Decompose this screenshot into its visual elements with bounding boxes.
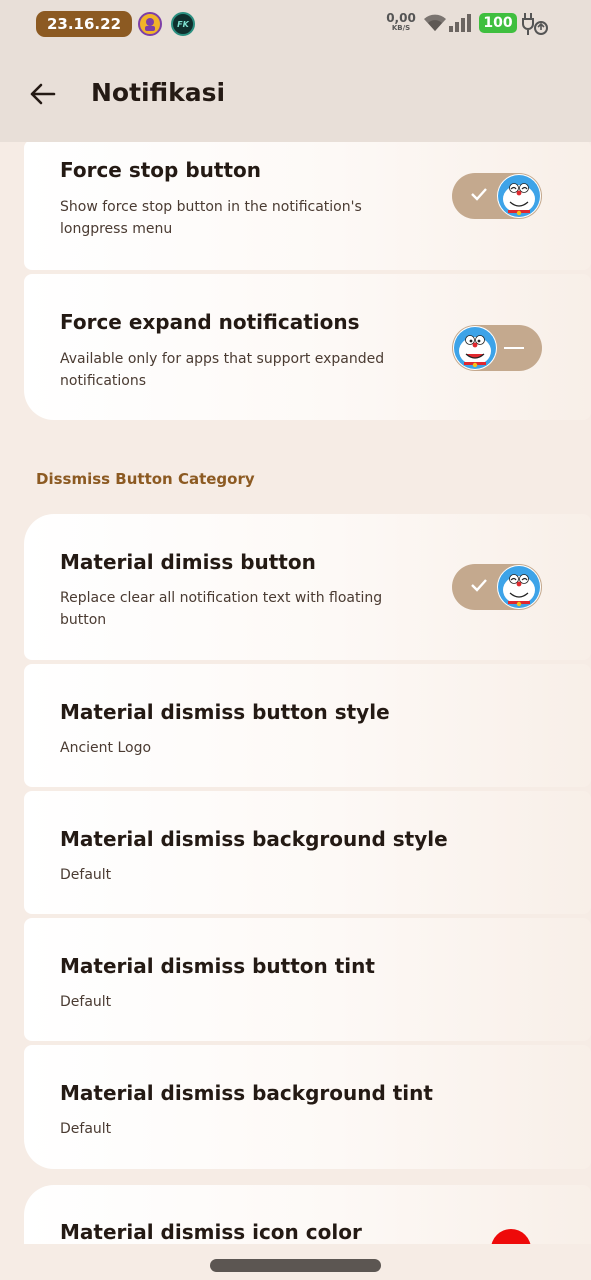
color-preview-swatch[interactable]	[491, 1229, 531, 1244]
toggle-thumb-icon	[453, 326, 497, 370]
network-speed-unit: KB/S	[391, 24, 411, 32]
setting-force-stop-button[interactable]: Force stop button Show force stop button…	[24, 142, 591, 270]
page-title: Notifikasi	[91, 78, 226, 107]
setting-title: Material dismiss icon color	[60, 1220, 362, 1244]
notification-avatar-icon	[138, 12, 162, 36]
setting-force-expand[interactable]: Force expand notifications Available onl…	[24, 274, 591, 420]
setting-title: Material dismiss button style	[60, 700, 390, 724]
setting-title: Material dismiss background tint	[60, 1081, 433, 1105]
setting-title: Material dimiss button	[60, 550, 316, 574]
setting-title: Material dismiss button tint	[60, 954, 375, 978]
setting-dismiss-button-style[interactable]: Material dismiss button style Ancient Lo…	[24, 664, 591, 787]
setting-title: Material dismiss background style	[60, 827, 448, 851]
wifi-icon	[423, 13, 447, 37]
setting-subtitle: Default	[60, 1121, 112, 1137]
charging-icon	[521, 11, 549, 41]
setting-subtitle: Available only for apps that support exp…	[60, 351, 385, 389]
app-bar: Notifikasi	[0, 48, 591, 142]
battery-level: 100	[479, 13, 517, 33]
setting-dismiss-icon-color[interactable]: Material dismiss icon color	[24, 1185, 591, 1244]
minus-icon	[504, 347, 524, 349]
toggle-thumb-icon	[497, 174, 541, 218]
network-speed: 0,00 KB/S	[386, 12, 416, 32]
settings-list[interactable]: Force stop button Show force stop button…	[0, 142, 591, 1244]
arrow-left-icon	[30, 83, 56, 105]
setting-subtitle: Default	[60, 867, 112, 883]
force-expand-toggle[interactable]	[452, 325, 542, 371]
settings-group-general: Force stop button Show force stop button…	[24, 142, 591, 420]
network-speed-value: 0,00	[386, 11, 416, 25]
setting-dismiss-button-tint[interactable]: Material dismiss button tint Default	[24, 918, 591, 1041]
setting-subtitle: Default	[60, 994, 112, 1010]
settings-group-dismiss-icon: Material dismiss icon color	[24, 1185, 591, 1244]
signal-icon	[448, 13, 472, 37]
setting-title: Force stop button	[60, 158, 261, 182]
settings-group-dismiss: Material dimiss button Replace clear all…	[24, 514, 591, 1169]
material-dismiss-toggle[interactable]	[452, 564, 542, 610]
setting-material-dismiss-button[interactable]: Material dimiss button Replace clear all…	[24, 514, 591, 660]
section-header-dismiss: Dissmiss Button Category	[36, 470, 255, 488]
status-time: 23.16.22	[36, 11, 132, 37]
back-button[interactable]	[22, 74, 62, 114]
setting-dismiss-background-tint[interactable]: Material dismiss background tint Default	[24, 1045, 591, 1169]
gesture-nav-handle[interactable]	[210, 1259, 381, 1272]
status-bar: 23.16.22 FK 0,00 KB/S 100	[0, 0, 591, 48]
setting-subtitle: Show force stop button in the notificati…	[60, 199, 362, 237]
setting-dismiss-background-style[interactable]: Material dismiss background style Defaul…	[24, 791, 591, 914]
notification-app-icon: FK	[171, 12, 195, 36]
force-stop-toggle[interactable]	[452, 173, 542, 219]
setting-title: Force expand notifications	[60, 310, 360, 334]
check-icon	[471, 579, 487, 592]
check-icon	[471, 188, 487, 201]
setting-subtitle: Replace clear all notification text with…	[60, 590, 383, 628]
toggle-thumb-icon	[497, 565, 541, 609]
setting-subtitle: Ancient Logo	[60, 740, 152, 756]
